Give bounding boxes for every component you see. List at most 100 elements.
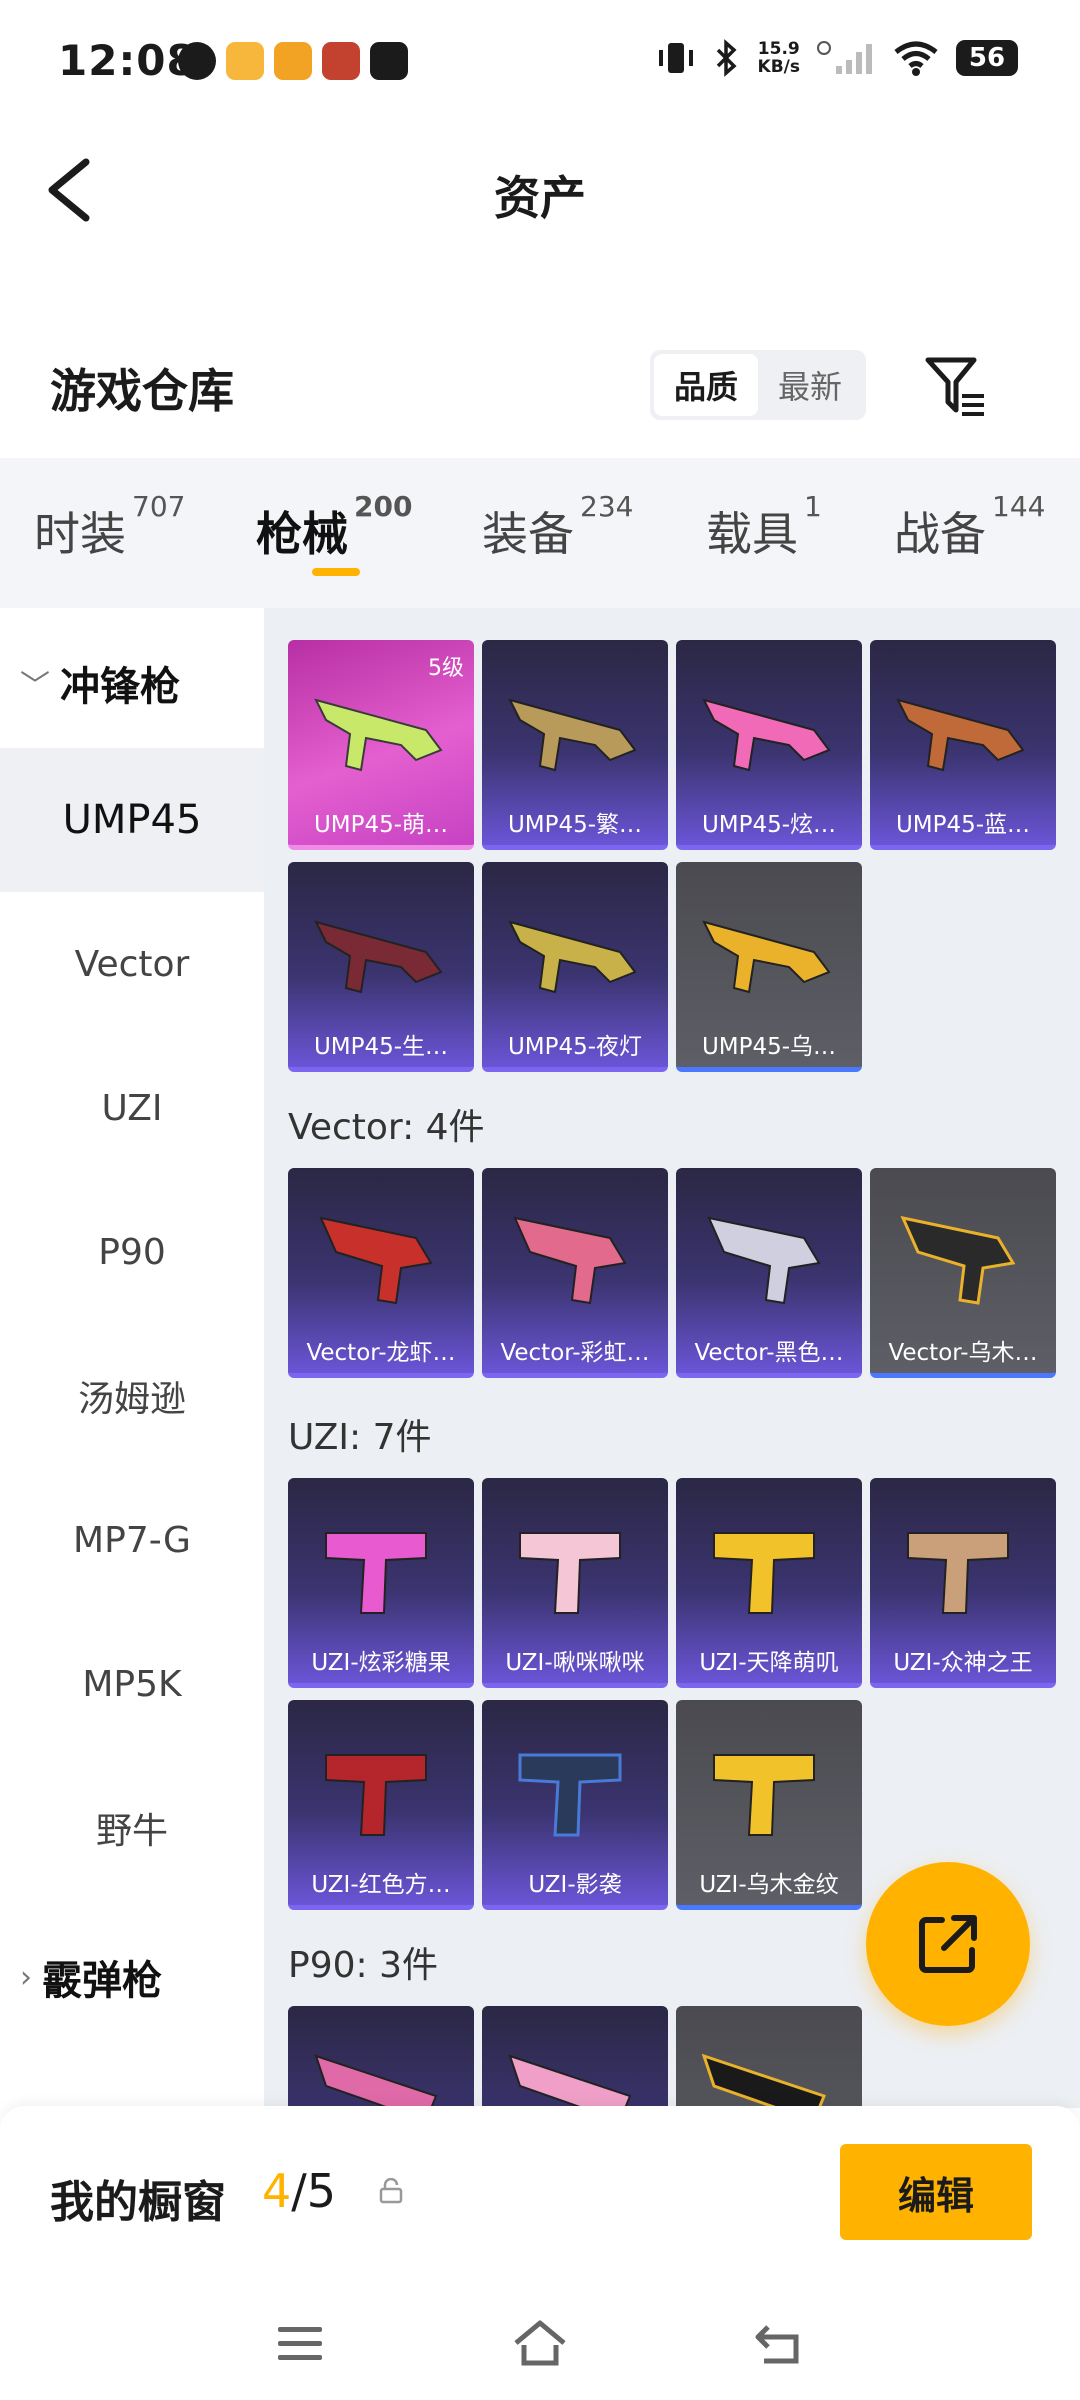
share-button[interactable] (866, 1862, 1030, 2026)
weapon-card[interactable]: UMP45-繁… (482, 640, 668, 850)
app-notification-icon (226, 42, 264, 80)
category-tabs: 时装707 枪械200 装备234 载具1 战备144 (0, 458, 1080, 608)
weapon-image (907, 1532, 1009, 1614)
weapon-card[interactable] (676, 2006, 862, 2108)
weapon-image (319, 1216, 433, 1305)
sidebar-item-mp5k[interactable]: MP5K (0, 1612, 264, 1756)
back-nav-icon[interactable] (750, 2313, 810, 2373)
wifi-icon (894, 41, 938, 76)
battery-icon: 56 (956, 40, 1018, 76)
weapon-card[interactable]: UMP45-生… (288, 862, 474, 1072)
weapon-card[interactable]: UMP45-夜灯 (482, 862, 668, 1072)
weapon-image (508, 698, 637, 772)
tab-fashion[interactable]: 时装707 (34, 490, 185, 564)
weapon-image (713, 1754, 815, 1836)
vector-grid: Vector-龙虾… Vector-彩虹… Vector-黑色… Vector-… (288, 1168, 1056, 1378)
sort-toggle: 品质 最新 (650, 350, 866, 420)
showcase-count: 4/5 (262, 2164, 337, 2218)
sidebar-item-mp7g[interactable]: MP7-G (0, 1468, 264, 1612)
ump45-grid: 5级 UMP45-萌… UMP45-繁… UMP45-炫… UMP45-蓝… U… (288, 640, 1056, 1072)
weapon-image (325, 1754, 427, 1836)
app-notification-icon (274, 42, 312, 80)
weapon-image (707, 1216, 821, 1305)
sidebar-category-smg[interactable]: ﹀ 冲锋枪 (20, 654, 180, 712)
sidebar-item-p90[interactable]: P90 (0, 1180, 264, 1324)
system-nav-bar (0, 2291, 1080, 2400)
tab-firearms[interactable]: 枪械200 (256, 490, 412, 564)
weapon-card[interactable]: UMP45-蓝… (870, 640, 1056, 850)
weapon-card[interactable]: UMP45-乌… (676, 862, 862, 1072)
weapon-card[interactable]: UZI-红色方… (288, 1700, 474, 1910)
group-title-uzi: UZI: 7件 (288, 1417, 432, 1458)
weapon-card[interactable]: Vector-乌木… (870, 1168, 1056, 1378)
weapon-card[interactable]: Vector-黑色… (676, 1168, 862, 1378)
vibrate-icon (658, 43, 693, 73)
card-label: UZI-众神之王 (893, 1650, 1033, 1676)
sort-newest-option[interactable]: 最新 (758, 354, 862, 416)
chevron-down-icon: ﹀ (20, 669, 50, 704)
card-label: Vector-彩虹… (500, 1340, 650, 1366)
weapon-image (900, 1215, 1016, 1305)
sort-quality-option[interactable]: 品质 (654, 354, 758, 416)
weapon-image (519, 1532, 621, 1614)
tab-vehicles[interactable]: 载具1 (706, 490, 822, 564)
card-label: UMP45-炫… (701, 812, 837, 838)
weapon-image (314, 920, 443, 994)
card-label: UMP45-生… (313, 1034, 449, 1060)
status-bar: 12:08 15.9 KB/s 56 (0, 0, 1080, 130)
weapon-image (513, 1216, 627, 1305)
tab-combat-supplies[interactable]: 战备144 (894, 490, 1045, 564)
weapon-card[interactable]: UZI-影袭 (482, 1700, 668, 1910)
sidebar-category-shotgun[interactable]: › 霰弹枪 (20, 1948, 162, 2006)
filter-icon[interactable] (922, 352, 990, 420)
weapon-image (701, 2053, 826, 2108)
chevron-right-icon: › (20, 1959, 32, 1995)
uzi-grid: UZI-炫彩糖果 UZI-啾咪啾咪 UZI-天降萌叽 UZI-众神之王 UZI-… (288, 1478, 1056, 1910)
card-label: Vector-乌木… (888, 1340, 1038, 1366)
weapon-card[interactable] (482, 2006, 668, 2108)
sidebar-item-ump45[interactable]: UMP45 (0, 748, 264, 892)
card-label: Vector-黑色… (694, 1340, 844, 1366)
menu-icon[interactable] (270, 2313, 330, 2373)
card-label: Vector-龙虾… (306, 1340, 456, 1366)
showcase-label: 我的橱窗 (50, 2177, 226, 2228)
weapon-card[interactable]: 5级 UMP45-萌… (288, 640, 474, 850)
group-title-p90: P90: 3件 (288, 1945, 438, 1986)
card-label: UZI-啾咪啾咪 (505, 1650, 645, 1676)
card-label: UZI-乌木金纹 (699, 1872, 839, 1898)
card-label: UMP45-乌… (701, 1034, 837, 1060)
sidebar-item-thompson[interactable]: 汤姆逊 (0, 1324, 264, 1468)
group-title-vector: Vector: 4件 (288, 1107, 485, 1148)
weapon-card[interactable]: Vector-龙虾… (288, 1168, 474, 1378)
weapon-card[interactable]: UZI-炫彩糖果 (288, 1478, 474, 1688)
card-label: UZI-炫彩糖果 (311, 1650, 451, 1676)
sidebar-item-uzi[interactable]: UZI (0, 1036, 264, 1180)
sidebar-item-vector[interactable]: Vector (0, 892, 264, 1036)
weapon-card[interactable]: UZI-天降萌叽 (676, 1478, 862, 1688)
tab-equipment[interactable]: 装备234 (482, 490, 633, 564)
weapon-card[interactable]: UZI-啾咪啾咪 (482, 1478, 668, 1688)
weapon-image (713, 1532, 815, 1614)
weapon-card[interactable]: UMP45-炫… (676, 640, 862, 850)
card-label: UZI-影袭 (528, 1872, 622, 1898)
sidebar-item-bizon[interactable]: 野牛 (0, 1756, 264, 1900)
weapon-card[interactable]: UZI-众神之王 (870, 1478, 1056, 1688)
network-speed: 15.9 KB/s (757, 39, 800, 77)
card-label: UZI-红色方… (311, 1872, 451, 1898)
weapon-image (896, 698, 1025, 772)
share-icon (919, 1915, 977, 1973)
app-notification-icon (322, 42, 360, 80)
weapon-card[interactable]: UZI-乌木金纹 (676, 1700, 862, 1910)
bluetooth-icon (716, 39, 737, 77)
warehouse-title: 游戏仓库 (50, 364, 234, 418)
weapon-card[interactable] (288, 2006, 474, 2108)
card-level: 5级 (428, 656, 464, 681)
weapon-image (518, 1753, 622, 1837)
home-icon[interactable] (510, 2313, 570, 2373)
showcase-bar: 我的橱窗 4/5 编辑 (0, 2106, 1080, 2291)
card-label: UMP45-繁… (507, 812, 643, 838)
weapon-card[interactable]: Vector-彩虹… (482, 1168, 668, 1378)
lock-icon (379, 2178, 403, 2204)
edit-button[interactable]: 编辑 (840, 2144, 1032, 2240)
active-tab-indicator (312, 568, 360, 576)
